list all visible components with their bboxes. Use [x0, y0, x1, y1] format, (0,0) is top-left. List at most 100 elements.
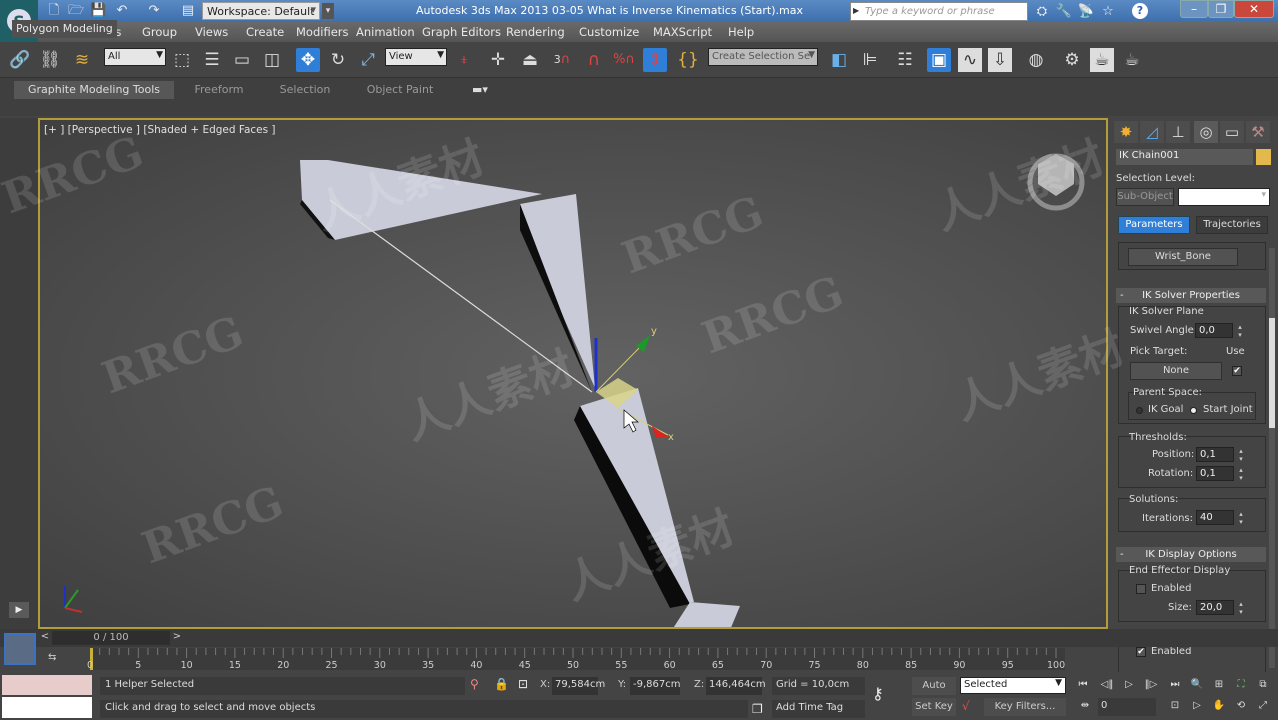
save-icon[interactable]: 💾 [90, 3, 106, 19]
field-of-view-icon[interactable]: ▷ [1188, 698, 1206, 714]
time-slider[interactable]: 0 / 100 [52, 631, 170, 645]
position-threshold-spinner[interactable]: 0,1 [1196, 447, 1245, 463]
menu-customize[interactable]: Customize [579, 25, 639, 39]
menu-rendering[interactable]: Rendering [506, 25, 565, 39]
rectangular-selection-icon[interactable]: ▭ [230, 48, 254, 72]
align-icon[interactable]: ⊫ [858, 48, 882, 72]
ik-display-options-rollout[interactable]: - IK Display Options [1116, 547, 1266, 562]
object-color-swatch[interactable] [1256, 149, 1271, 165]
ribbon-tab-object-paint[interactable]: Object Paint [356, 81, 444, 99]
ribbon-subtab-polygon-modeling[interactable]: Polygon Modeling [12, 20, 117, 38]
next-frame-icon[interactable]: ‖▷ [1142, 677, 1160, 693]
time-configuration-icon[interactable]: ⊡ [1166, 698, 1184, 714]
graphite-toggle-icon[interactable]: ▣ [927, 48, 951, 72]
play-animation-icon[interactable]: ▷ [1120, 677, 1138, 693]
minimize-button[interactable]: – [1180, 0, 1208, 18]
curve-editor-icon[interactable]: ∿ [958, 48, 982, 72]
mirror-icon[interactable]: ◧ [827, 48, 851, 72]
keyboard-shortcut-override-icon[interactable]: ⏏ [518, 48, 542, 72]
rendered-frame-window-icon[interactable]: ☕ [1090, 48, 1114, 72]
selection-lock-icon[interactable]: 🔒 [494, 677, 509, 691]
menu-create[interactable]: Create [246, 25, 284, 39]
layer-manager-icon[interactable]: ☷ [893, 48, 917, 72]
trajectories-tab[interactable]: Trajectories [1196, 216, 1268, 234]
orbit-icon[interactable]: ⟲ [1232, 698, 1250, 714]
maxscript-listener-top[interactable] [2, 675, 92, 695]
select-manipulate-icon[interactable]: ✛ [486, 48, 510, 72]
object-name-field[interactable]: IK Chain001 [1116, 149, 1253, 165]
render-production-icon[interactable]: ☕ [1120, 48, 1144, 72]
help-search-input[interactable]: ▶ Type a keyword or phrase [850, 2, 1028, 21]
use-target-checkbox[interactable]: ✔ [1232, 366, 1242, 376]
restore-button[interactable]: ❐ [1208, 0, 1234, 18]
key-mode-dropdown[interactable]: Selected ▼ [960, 677, 1066, 694]
modify-tab-icon[interactable]: ◿ [1140, 121, 1164, 143]
menu-graph-editors[interactable]: Graph Editors [422, 25, 501, 39]
workspace-dropdown[interactable]: Workspace: Default ▾ [202, 2, 320, 20]
ik-goal-radio[interactable] [1136, 407, 1143, 414]
material-editor-icon[interactable]: ◍ [1024, 48, 1048, 72]
undo-icon[interactable]: ↶ [114, 3, 130, 19]
pivot-center-icon[interactable]: ⍖ [452, 48, 476, 72]
ribbon-tab-freeform[interactable]: Freeform [180, 81, 258, 99]
ribbon-options-icon[interactable]: ▬▾ [466, 81, 494, 99]
prev-frame-button[interactable]: < [38, 631, 52, 645]
key-filters-button[interactable]: Key Filters... [984, 698, 1066, 716]
wrench-icon[interactable]: 🔧 [1055, 3, 1073, 20]
open-file-icon[interactable]: 🗁 [68, 3, 84, 19]
workspace-menu-button[interactable]: ▾ [322, 3, 334, 19]
ribbon-tab-selection[interactable]: Selection [268, 81, 342, 99]
sub-object-dropdown[interactable]: ▾ [1178, 188, 1270, 206]
link-icon[interactable]: 🔗 [8, 48, 32, 72]
default-tangent-icon[interactable]: √ [962, 699, 970, 713]
ribbon-tab-graphite[interactable]: Graphite Modeling Tools [14, 81, 174, 99]
next-frame-button[interactable]: > [170, 631, 184, 645]
previous-frame-icon[interactable]: ◁‖ [1098, 677, 1116, 693]
star-icon[interactable]: ☆ [1099, 3, 1117, 20]
time-tag-icon[interactable]: ❐ [752, 702, 763, 716]
hierarchy-tab-icon[interactable]: ⊥ [1166, 121, 1190, 143]
iterations-spinner[interactable]: 40 [1196, 510, 1245, 526]
pick-target-button[interactable]: None [1130, 362, 1222, 380]
add-time-tag-button[interactable]: Add Time Tag [772, 700, 865, 718]
reference-coord-dropdown[interactable]: View ▼ [385, 48, 447, 66]
auto-key-button[interactable]: Auto Key [912, 677, 956, 709]
set-key-button[interactable]: Set Key [912, 698, 956, 716]
maximize-viewport-icon[interactable]: ⤢ [1254, 698, 1272, 714]
spinner-snap-icon[interactable]: ⇕ [643, 48, 667, 72]
display-tab-icon[interactable]: ▭ [1220, 121, 1244, 143]
binoculars-icon[interactable]: ⛭ [1033, 3, 1051, 20]
menu-maxscript[interactable]: MAXScript [653, 25, 712, 39]
schematic-view-icon[interactable]: ⇩ [988, 48, 1012, 72]
key-mode-toggle-icon[interactable]: ⇹ [1076, 698, 1094, 714]
select-and-rotate-icon[interactable]: ↻ [326, 48, 350, 72]
snaps-toggle-icon[interactable]: 3∩ [550, 48, 574, 72]
current-frame-field[interactable]: 0 [1098, 698, 1156, 716]
render-setup-icon[interactable]: ⚙ [1060, 48, 1084, 72]
goal-enabled-checkbox[interactable]: ✔ [1136, 647, 1146, 657]
go-to-end-icon[interactable]: ⏭ [1166, 677, 1184, 693]
perspective-viewport[interactable]: [+ ] [Perspective ] [Shaded + Edged Face… [38, 118, 1108, 629]
sub-object-button[interactable]: Sub-Object [1116, 188, 1174, 206]
command-panel-scrollbar[interactable] [1269, 248, 1275, 668]
window-crossing-icon[interactable]: ◫ [260, 48, 284, 72]
zoom-all-icon[interactable]: ⊞ [1210, 677, 1228, 693]
select-and-move-icon[interactable]: ✥ [296, 48, 320, 72]
isolate-selection-icon[interactable]: ⚲ [470, 677, 479, 691]
parameters-tab[interactable]: Parameters [1118, 216, 1190, 234]
menu-views[interactable]: Views [195, 25, 228, 39]
swivel-angle-spinner[interactable]: 0,0 [1195, 323, 1244, 339]
menu-group[interactable]: Group [142, 25, 177, 39]
select-object-icon[interactable]: ⬚ [170, 48, 194, 72]
mini-curve-editor-icon[interactable]: ⇆ [48, 652, 66, 666]
project-folder-icon[interactable]: ▤ [180, 3, 196, 19]
motion-tab-icon[interactable]: ◎ [1194, 121, 1218, 143]
menu-animation[interactable]: Animation [356, 25, 415, 39]
x-coord-field[interactable]: 79,584cm [552, 677, 605, 695]
ik-solver-properties-rollout[interactable]: - IK Solver Properties [1116, 288, 1266, 303]
satellite-icon[interactable]: 📡 [1077, 3, 1095, 20]
close-button[interactable]: ✕ [1234, 0, 1274, 18]
set-key-mode-key-icon[interactable]: ⚷ [872, 684, 884, 703]
menu-help[interactable]: Help [728, 25, 754, 39]
absolute-mode-icon[interactable]: ⊡ [518, 677, 528, 691]
